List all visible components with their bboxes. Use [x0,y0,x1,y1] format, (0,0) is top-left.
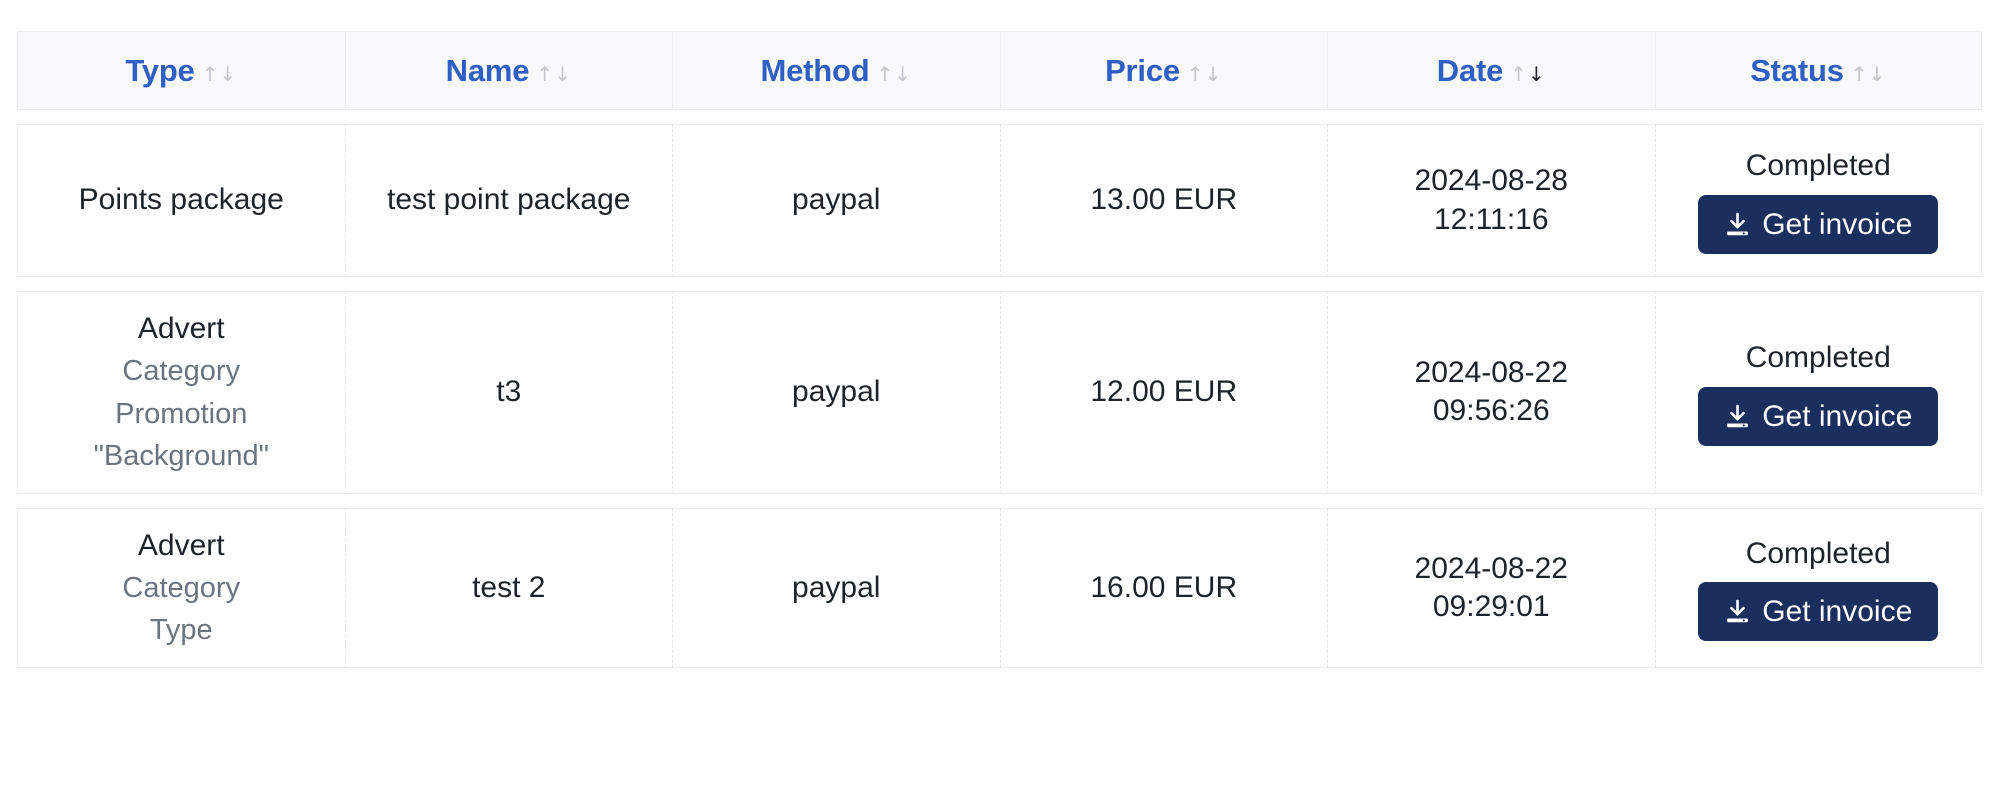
cell-method: paypal [672,507,1000,669]
cell-method: paypal [672,291,1000,494]
time-value: 12:11:16 [1433,202,1549,236]
cell-type: Points package [17,124,345,277]
get-invoice-button[interactable]: Get invoice [1698,386,1939,446]
get-invoice-button[interactable]: Get invoice [1698,582,1939,642]
sort-down-icon: ↓ [219,61,238,86]
column-header-name[interactable]: Name ↑↓ [344,31,672,110]
type-main-label: Advert [137,312,225,345]
date-value: 2024-08-22 [1414,355,1568,389]
transactions-table: Type ↑↓ Name ↑↓ Method ↑↓ Price ↑↓ Date … [17,17,1982,682]
type-sub-label: Promotion [115,397,248,430]
column-header-type[interactable]: Type ↑↓ [17,31,345,110]
sort-down-icon: ↓ [554,61,572,86]
type-sub-label: Type [149,614,213,647]
sort-up-icon: ↑ [1850,61,1869,86]
type-sub-label: Category [122,355,241,388]
sort-down-icon: ↓ [1204,61,1223,86]
status-badge: Completed [1745,149,1891,183]
table-row[interactable]: Advert Category Promotion "Background" t… [17,291,1982,494]
column-header-label: Price [1105,52,1180,88]
sort-down-icon: ↓ [894,61,913,86]
download-icon [1727,212,1749,235]
sort-up-icon: ↑ [536,61,555,86]
column-header-label: Type [125,52,195,88]
column-header-price[interactable]: Price ↑↓ [999,31,1327,110]
sort-arrows-icon[interactable]: ↑↓ [1187,64,1223,84]
sort-arrows-icon[interactable]: ↑↓ [536,64,572,84]
get-invoice-label: Get invoice [1762,207,1913,241]
cell-status: Completed Get invoice [1654,291,1982,494]
sort-arrows-icon[interactable]: ↑↓ [202,64,238,84]
type-main-label: Advert [137,528,225,562]
cell-date: 2024-08-22 09:56:26 [1327,291,1655,494]
sort-down-icon: ↓ [1527,61,1546,86]
column-header-label: Name [445,52,530,88]
cell-type: Advert Category Promotion "Background" [17,291,345,494]
table-row[interactable]: Points package test point package paypal… [17,124,1982,277]
date-value: 2024-08-22 [1414,551,1568,585]
time-value: 09:29:01 [1432,590,1550,624]
cell-date: 2024-08-28 12:11:16 [1327,124,1655,277]
sort-up-icon: ↑ [1186,61,1205,86]
status-badge: Completed [1745,341,1891,375]
cell-price: 13.00 EUR [999,124,1327,277]
cell-status: Completed Get invoice [1654,507,1982,669]
type-sub-label: "Background" [93,439,269,472]
cell-name: t3 [344,291,672,494]
column-header-label: Method [760,52,870,88]
get-invoice-button[interactable]: Get invoice [1698,194,1939,254]
download-icon [1727,599,1749,623]
sort-up-icon: ↑ [201,61,220,86]
type-sub-label: Category [122,572,241,605]
column-header-date[interactable]: Date ↑↓ [1327,31,1655,110]
download-icon [1727,404,1749,427]
type-main-label: Points package [78,183,284,217]
get-invoice-label: Get invoice [1762,399,1913,433]
cell-name: test 2 [344,507,672,669]
cell-type: Advert Category Type [17,507,345,669]
sort-up-icon: ↑ [876,61,895,86]
cell-name: test point package [344,124,672,277]
sort-down-icon: ↓ [1868,61,1887,86]
cell-method: paypal [672,124,1000,277]
column-header-label: Date [1436,52,1504,88]
cell-status: Completed Get invoice [1654,124,1982,277]
column-header-status[interactable]: Status ↑↓ [1654,31,1982,110]
cell-date: 2024-08-22 09:29:01 [1327,507,1655,669]
sort-up-icon: ↑ [1510,61,1528,86]
time-value: 09:56:26 [1432,394,1550,428]
column-header-method[interactable]: Method ↑↓ [672,31,1000,110]
cell-price: 16.00 EUR [999,507,1327,669]
date-value: 2024-08-28 [1414,164,1568,198]
table-header: Type ↑↓ Name ↑↓ Method ↑↓ Price ↑↓ Date … [17,31,1982,110]
table-header-row: Type ↑↓ Name ↑↓ Method ↑↓ Price ↑↓ Date … [17,31,1982,110]
transactions-table-container: Type ↑↓ Name ↑↓ Method ↑↓ Price ↑↓ Date … [0,0,1999,682]
table-row[interactable]: Advert Category Type test 2 paypal 16.00… [17,507,1982,669]
sort-arrows-icon[interactable]: ↑↓ [876,64,912,84]
sort-arrows-icon[interactable]: ↑↓ [1510,64,1546,84]
get-invoice-label: Get invoice [1762,595,1913,629]
status-badge: Completed [1745,536,1891,570]
table-body: Points package test point package paypal… [17,124,1982,669]
column-header-label: Status [1750,52,1844,88]
cell-price: 12.00 EUR [999,291,1327,494]
sort-arrows-icon[interactable]: ↑↓ [1851,64,1887,84]
